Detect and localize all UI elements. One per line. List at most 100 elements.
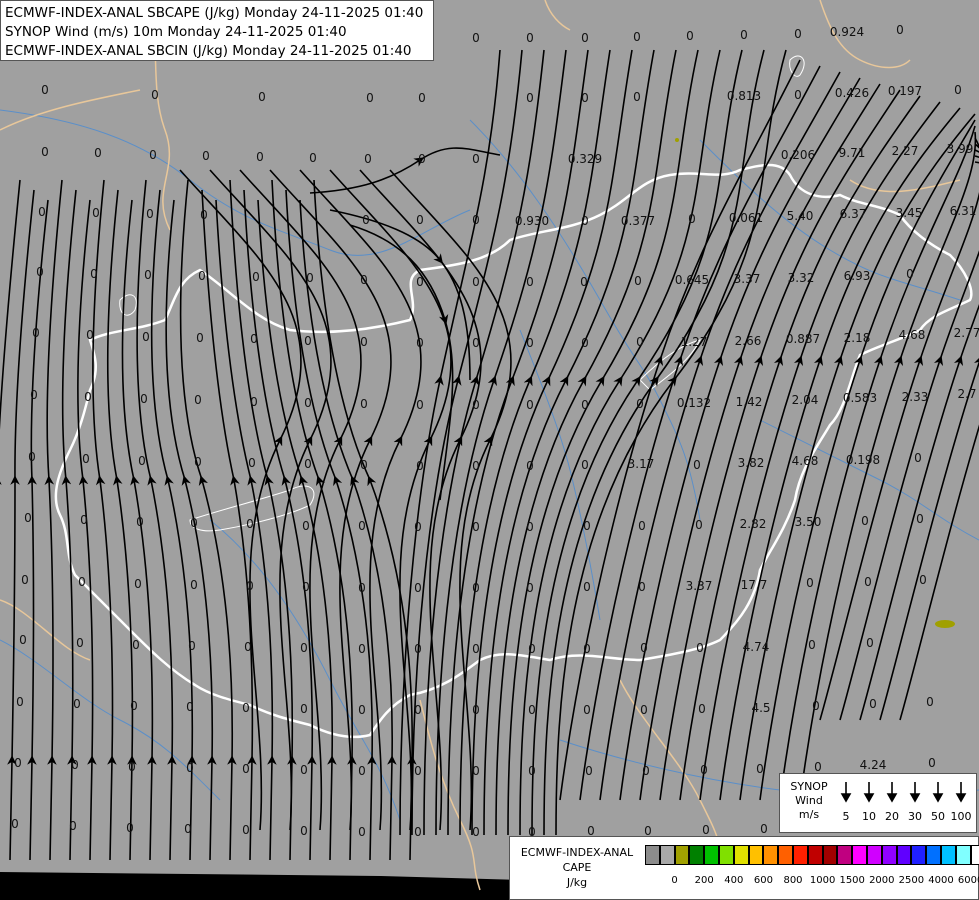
cape-color-swatch bbox=[837, 845, 853, 865]
cape-value-label: 0 bbox=[364, 152, 372, 166]
cape-value-label: 2.27 bbox=[892, 144, 919, 158]
title-sbcape: ECMWF-INDEX-ANAL SBCAPE (J/kg) Monday 24… bbox=[5, 5, 424, 21]
cape-value-label: 6.93 bbox=[844, 269, 871, 283]
cape-value-label: 0 bbox=[812, 699, 820, 713]
cape-value-label: 0 bbox=[190, 578, 198, 592]
cape-value-label: 0 bbox=[906, 267, 914, 281]
cape-value-label: 0 bbox=[134, 577, 142, 591]
cape-value-label: 0 bbox=[526, 520, 534, 534]
cape-value-label: 2.82 bbox=[740, 517, 767, 531]
cape-value-label: 0 bbox=[634, 274, 642, 288]
weather-map: 0 0 0 0 0 0 0 0 0.813 0 0.426 0.197 0 0 0 0 0 0 0 0 0 0 0.329 0… bbox=[0, 0, 979, 900]
cape-value-label: 0 bbox=[360, 335, 368, 349]
streamline bbox=[44, 179, 63, 861]
cape-tick-label: 1500 bbox=[839, 875, 865, 886]
title-box: ECMWF-INDEX-ANAL SBCAPE (J/kg) Monday 24… bbox=[0, 0, 434, 61]
cape-color-swatch bbox=[792, 845, 808, 865]
cape-value-label: 0 bbox=[28, 450, 36, 464]
wind-speed-5: 5 bbox=[842, 810, 850, 823]
cape-value-label: 0 bbox=[472, 581, 480, 595]
cape-legend: ECMWF-INDEX-ANAL CAPE J/kg 0 200 400 600 800… bbox=[509, 836, 979, 900]
cape-value-label: 0 bbox=[76, 636, 84, 650]
cape-value-label: 0.583 bbox=[843, 391, 877, 405]
cape-value-label: 0 bbox=[138, 454, 146, 468]
cape-value-label: 0 bbox=[416, 213, 424, 227]
cape-value-label: 0 bbox=[638, 519, 646, 533]
cape-value-label: 0 bbox=[256, 150, 264, 164]
cape-value-label: 0 bbox=[16, 695, 24, 709]
cape-value-label: 0 bbox=[190, 516, 198, 530]
cape-value-label: 1.42 bbox=[736, 395, 763, 409]
cape-value-label: 0 bbox=[302, 519, 310, 533]
cape-value-label: 0 bbox=[69, 819, 77, 833]
cape-value-label: 0 bbox=[866, 636, 874, 650]
cape-value-label: 0 bbox=[581, 91, 589, 105]
cape-color-swatch bbox=[689, 845, 705, 865]
cape-color-swatch bbox=[970, 845, 979, 865]
cape-value-label: 0 bbox=[246, 579, 254, 593]
cape-value-label: 0 bbox=[36, 265, 44, 279]
map-canvas: 0 0 0 0 0 0 0 0 0.813 0 0.426 0.197 0 0 0 0 0 0 0 0 0 0 0.329 0… bbox=[0, 0, 979, 900]
cape-value-label: 0 bbox=[11, 817, 19, 831]
cape-value-label: 0 bbox=[861, 514, 869, 528]
cape-value-label: 0 bbox=[640, 703, 648, 717]
cape-value-label: 0 bbox=[526, 275, 534, 289]
cape-value-label: 0 bbox=[360, 397, 368, 411]
cape-value-label: 0 bbox=[194, 393, 202, 407]
cape-value-label: 4.68 bbox=[899, 328, 926, 342]
cape-value-label: 0.329 bbox=[568, 152, 602, 166]
cape-color-swatch bbox=[763, 845, 779, 865]
cape-value-label: 0.132 bbox=[677, 396, 711, 410]
cape-value-label: 5.40 bbox=[787, 209, 814, 223]
cape-value-label: 0.930 bbox=[515, 214, 549, 228]
cape-value-label: 0 bbox=[583, 519, 591, 533]
cape-value-label: 0 bbox=[71, 758, 79, 772]
cape-color-swatch bbox=[881, 845, 897, 865]
cape-value-label: 2.18 bbox=[844, 331, 871, 345]
cape-value-label: 0 bbox=[84, 390, 92, 404]
cape-legend-label: ECMWF-INDEX-ANAL CAPE J/kg bbox=[512, 845, 642, 890]
cape-color-swatch bbox=[955, 845, 971, 865]
cape-color-swatch bbox=[748, 845, 764, 865]
cape-value-label: 0 bbox=[140, 392, 148, 406]
cape-tick-label: 0 bbox=[671, 875, 678, 886]
cape-value-label: 1.27 bbox=[681, 335, 708, 349]
cape-value-label: 0 bbox=[416, 459, 424, 473]
cape-color-swatch bbox=[807, 845, 823, 865]
cape-value-label: 0 bbox=[638, 580, 646, 594]
wind-speed-10: 10 bbox=[862, 810, 876, 823]
cape-value-label: 0.061 bbox=[729, 211, 763, 225]
wind-speed-100: 100 bbox=[950, 810, 972, 823]
cape-value-label: 0 bbox=[94, 146, 102, 160]
cape-value-label: 0 bbox=[585, 764, 593, 778]
cape-color-swatch bbox=[645, 845, 660, 865]
cape-value-label: 0 bbox=[760, 822, 768, 836]
streamline bbox=[819, 137, 979, 721]
cape-value-label: 0 bbox=[919, 573, 927, 587]
streamline bbox=[579, 65, 821, 801]
cape-value-label: 0 bbox=[472, 213, 480, 227]
cape-value-label: 0 bbox=[700, 763, 708, 777]
cape-value-label: 2.66 bbox=[735, 334, 762, 348]
cape-value-label: 0.813 bbox=[727, 89, 761, 103]
cape-value-label: 0 bbox=[794, 27, 802, 41]
cape-value-label: 0 bbox=[416, 336, 424, 350]
cape-value-label: 0 bbox=[928, 756, 936, 770]
cape-value-label: 0.924 bbox=[830, 25, 864, 39]
cape-value-label: 0 bbox=[196, 331, 204, 345]
cape-tick-label: 800 bbox=[783, 875, 803, 886]
cape-value-label: 0 bbox=[300, 824, 308, 838]
streamline bbox=[423, 49, 545, 836]
cape-value-label: 0 bbox=[90, 267, 98, 281]
cape-value-label: 3.45 bbox=[896, 206, 923, 220]
cape-value-label: 0 bbox=[896, 23, 904, 37]
cape-value-label: 0 bbox=[806, 576, 814, 590]
cape-value-label: 3.99 bbox=[947, 142, 974, 156]
wind-speed-30: 30 bbox=[908, 810, 922, 823]
cape-value-label: 0 bbox=[151, 88, 159, 102]
cape-value-label: 0 bbox=[526, 31, 534, 45]
cape-value-label: 0 bbox=[252, 270, 260, 284]
cape-value-label: 0 bbox=[414, 703, 422, 717]
cape-value-label: 0 bbox=[472, 459, 480, 473]
cape-tick-label: 2000 bbox=[869, 875, 895, 886]
